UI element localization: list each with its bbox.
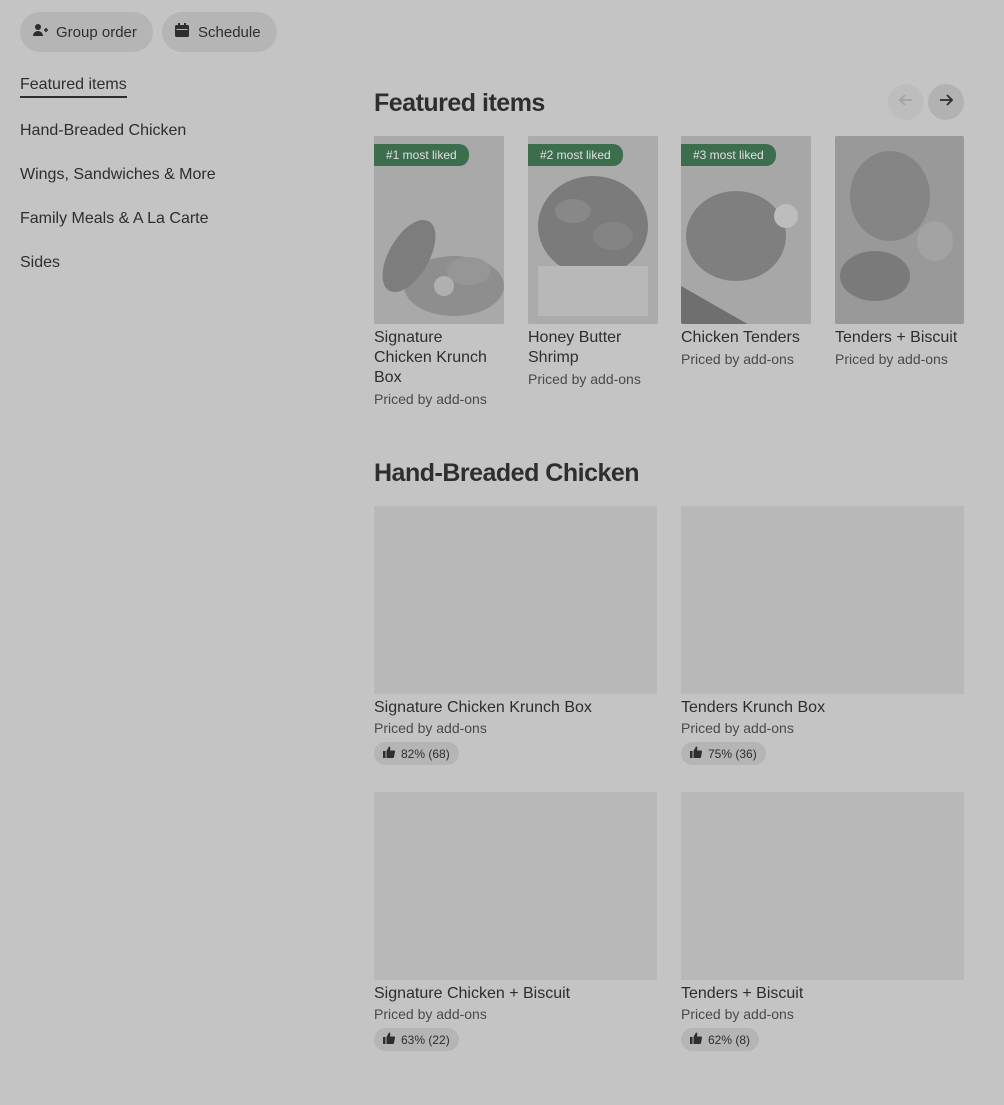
food-image-placeholder (374, 506, 657, 694)
most-liked-badge: #1 most liked (374, 144, 469, 166)
rating-text: 63% (22) (401, 1032, 450, 1047)
calendar-icon (174, 22, 190, 42)
menu-item-card[interactable]: Tenders + Biscuit Priced by add-ons 62% … (681, 792, 964, 1051)
add-person-icon (32, 22, 48, 42)
food-image (835, 136, 964, 324)
thumbs-up-icon (383, 746, 396, 761)
rating-text: 82% (68) (401, 746, 450, 761)
menu-item-card[interactable]: Signature Chicken + Biscuit Priced by ad… (374, 792, 657, 1051)
item-price: Priced by add-ons (835, 351, 948, 367)
food-image: #3 most liked (681, 136, 811, 324)
item-name: Tenders Krunch Box (681, 699, 826, 716)
most-liked-badge: #3 most liked (681, 144, 776, 166)
featured-item-card[interactable]: #3 most liked Chicken Tenders Priced by … (681, 136, 811, 367)
menu-item-card[interactable]: Tenders Krunch Box Priced by add-ons 75%… (681, 506, 964, 765)
arrow-left-icon (898, 92, 914, 113)
rating-badge: 62% (8) (681, 1028, 760, 1051)
food-image-placeholder (374, 792, 657, 980)
schedule-button[interactable]: Schedule (162, 12, 277, 52)
rating-text: 75% (36) (708, 746, 757, 761)
item-price: Priced by add-ons (374, 391, 487, 407)
item-price: Priced by add-ons (374, 720, 487, 736)
item-name: Tenders + Biscuit (681, 985, 804, 1002)
thumbs-up-icon (690, 746, 703, 761)
featured-item-card[interactable]: #1 most liked Signature Chicken Krunch B… (374, 136, 504, 407)
menu-item-card[interactable]: Signature Chicken Krunch Box Priced by a… (374, 506, 657, 765)
item-name: Signature Chicken + Biscuit (374, 985, 571, 1002)
item-name: Signature Chicken Krunch Box (374, 329, 487, 386)
thumbs-up-icon (383, 1032, 396, 1047)
thumbs-up-icon (690, 1032, 703, 1047)
item-name: Honey Butter Shrimp (528, 329, 622, 366)
item-name: Signature Chicken Krunch Box (374, 699, 592, 716)
sidebar-item-family-meals[interactable]: Family Meals & A La Carte (20, 210, 209, 228)
featured-item-card[interactable]: #2 most liked Honey Butter Shrimp Priced… (528, 136, 658, 387)
sidebar-item-wings-sandwiches[interactable]: Wings, Sandwiches & More (20, 166, 216, 184)
rating-badge: 63% (22) (374, 1028, 459, 1051)
sidebar-item-sides[interactable]: Sides (20, 254, 60, 272)
item-name: Tenders + Biscuit (835, 329, 958, 346)
rating-badge: 82% (68) (374, 742, 459, 765)
schedule-label: Schedule (198, 23, 261, 41)
rating-badge: 75% (36) (681, 742, 766, 765)
item-price: Priced by add-ons (528, 371, 641, 387)
item-price: Priced by add-ons (681, 351, 794, 367)
carousel-prev-button[interactable] (888, 84, 924, 120)
food-image-placeholder (681, 506, 964, 694)
featured-item-card[interactable]: Tenders + Biscuit Priced by add-ons (835, 136, 964, 367)
carousel-next-button[interactable] (928, 84, 964, 120)
group-order-button[interactable]: Group order (20, 12, 153, 52)
arrow-right-icon (938, 92, 954, 113)
sidebar-item-featured-items[interactable]: Featured items (20, 76, 127, 98)
most-liked-badge: #2 most liked (528, 144, 623, 166)
rating-text: 62% (8) (708, 1032, 751, 1047)
item-price: Priced by add-ons (681, 720, 794, 736)
food-image-placeholder (681, 792, 964, 980)
hand-breaded-chicken-heading: Hand-Breaded Chicken (374, 459, 640, 487)
sidebar-item-hand-breaded-chicken[interactable]: Hand-Breaded Chicken (20, 122, 186, 140)
food-image: #2 most liked (528, 136, 658, 324)
item-price: Priced by add-ons (681, 1006, 794, 1022)
group-order-label: Group order (56, 23, 137, 41)
food-image: #1 most liked (374, 136, 504, 324)
item-name: Chicken Tenders (681, 329, 800, 346)
item-price: Priced by add-ons (374, 1006, 487, 1022)
featured-items-heading: Featured items (374, 89, 545, 117)
